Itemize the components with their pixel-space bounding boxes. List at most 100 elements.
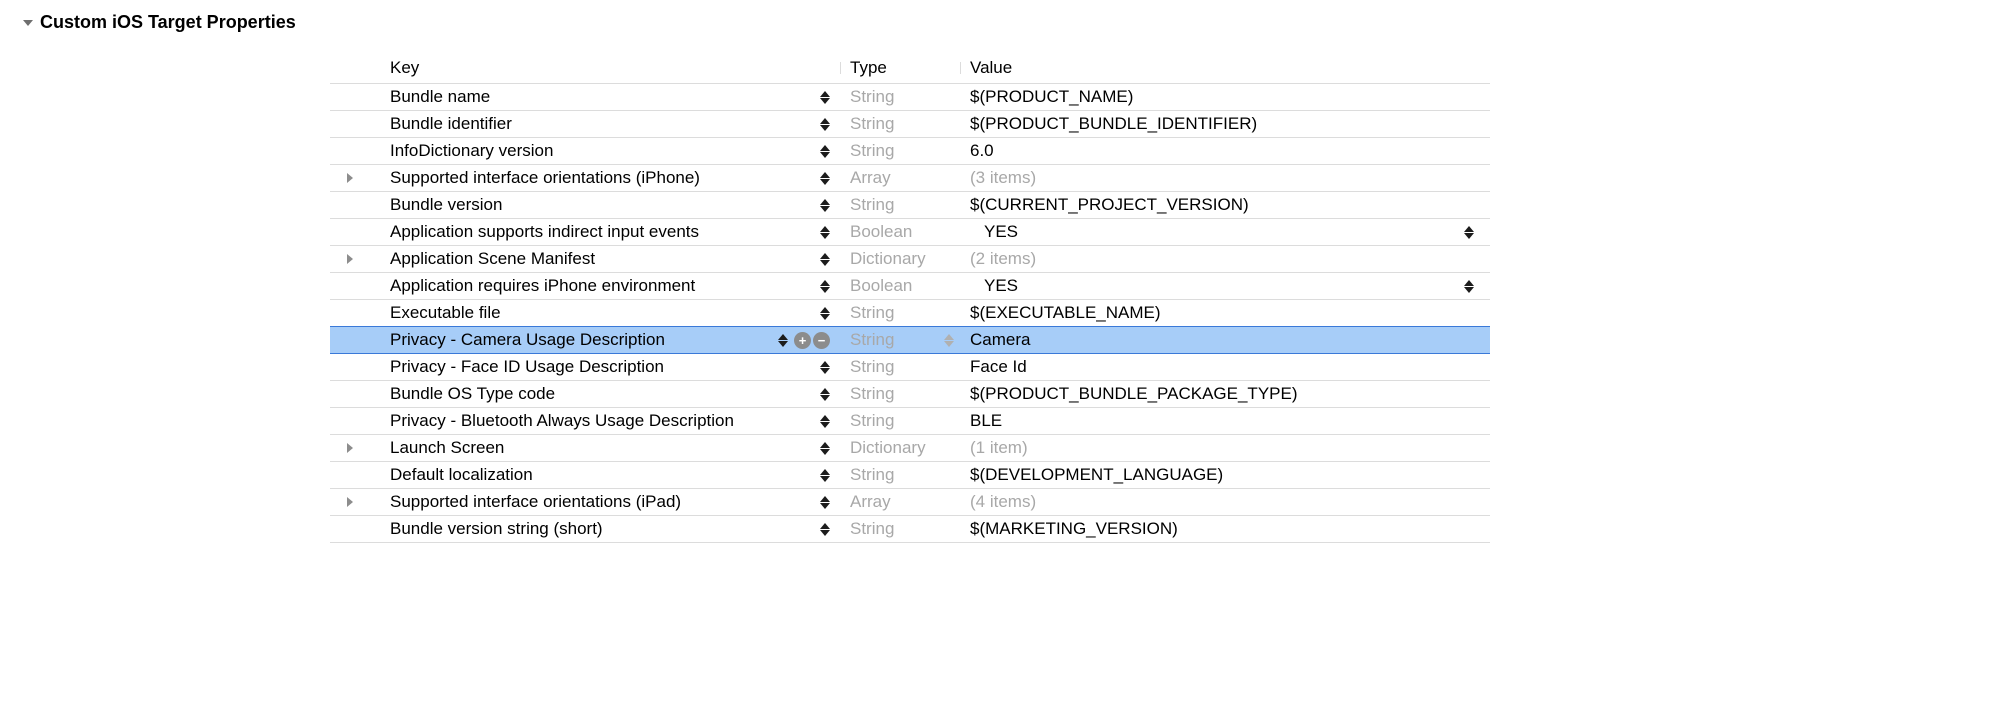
add-button[interactable]: +: [794, 332, 811, 349]
table-row[interactable]: Supported interface orientations (iPhone…: [330, 164, 1490, 191]
stepper-icon[interactable]: [818, 412, 832, 430]
table-row[interactable]: InfoDictionary version String6.0: [330, 137, 1490, 164]
cell-type[interactable]: Boolean: [840, 222, 960, 242]
stepper-icon[interactable]: [818, 439, 832, 457]
table-row[interactable]: Bundle name String$(PRODUCT_NAME): [330, 83, 1490, 110]
stepper-icon[interactable]: [818, 304, 832, 322]
table-row[interactable]: Executable file String$(EXECUTABLE_NAME): [330, 299, 1490, 326]
cell-type[interactable]: String: [840, 357, 960, 377]
column-header-type[interactable]: Type: [840, 58, 960, 78]
cell-key[interactable]: Privacy - Face ID Usage Description: [330, 357, 840, 377]
stepper-icon[interactable]: [818, 223, 832, 241]
stepper-icon[interactable]: [818, 520, 832, 538]
remove-button[interactable]: −: [813, 332, 830, 349]
cell-type[interactable]: String: [840, 141, 960, 161]
cell-value[interactable]: YES: [960, 276, 1490, 296]
cell-key[interactable]: Privacy - Camera Usage Description + −: [330, 330, 840, 350]
cell-key[interactable]: Application supports indirect input even…: [330, 222, 840, 242]
cell-value[interactable]: Camera: [960, 330, 1490, 350]
cell-key[interactable]: Default localization: [330, 465, 840, 485]
stepper-icon[interactable]: [818, 277, 832, 295]
disclosure-chevron-icon[interactable]: [330, 442, 370, 454]
cell-value[interactable]: $(EXECUTABLE_NAME): [960, 303, 1490, 323]
table-row[interactable]: Bundle OS Type code String$(PRODUCT_BUND…: [330, 380, 1490, 407]
table-row[interactable]: Privacy - Bluetooth Always Usage Descrip…: [330, 407, 1490, 434]
cell-type[interactable]: Array: [840, 168, 960, 188]
stepper-icon[interactable]: [818, 466, 832, 484]
table-row[interactable]: Application Scene Manifest Dictionary(2 …: [330, 245, 1490, 272]
key-label: Privacy - Bluetooth Always Usage Descrip…: [370, 411, 818, 431]
cell-value[interactable]: $(PRODUCT_BUNDLE_IDENTIFIER): [960, 114, 1490, 134]
cell-type[interactable]: String: [840, 384, 960, 404]
cell-key[interactable]: Bundle version string (short): [330, 519, 840, 539]
cell-key[interactable]: Privacy - Bluetooth Always Usage Descrip…: [330, 411, 840, 431]
cell-key[interactable]: Application Scene Manifest: [330, 249, 840, 269]
cell-key[interactable]: Bundle name: [330, 87, 840, 107]
cell-key[interactable]: Executable file: [330, 303, 840, 323]
table-row[interactable]: Application supports indirect input even…: [330, 218, 1490, 245]
cell-key[interactable]: InfoDictionary version: [330, 141, 840, 161]
table-row[interactable]: Supported interface orientations (iPad) …: [330, 488, 1490, 515]
disclosure-chevron-icon[interactable]: [330, 253, 370, 265]
cell-type[interactable]: Dictionary: [840, 249, 960, 269]
cell-type[interactable]: String: [840, 411, 960, 431]
stepper-icon[interactable]: [818, 250, 832, 268]
cell-value[interactable]: Face Id: [960, 357, 1490, 377]
stepper-icon[interactable]: [818, 493, 832, 511]
cell-value[interactable]: $(PRODUCT_NAME): [960, 87, 1490, 107]
stepper-icon[interactable]: [1462, 277, 1476, 295]
table-row[interactable]: Bundle version String$(CURRENT_PROJECT_V…: [330, 191, 1490, 218]
cell-value[interactable]: $(PRODUCT_BUNDLE_PACKAGE_TYPE): [960, 384, 1490, 404]
cell-key[interactable]: Bundle identifier: [330, 114, 840, 134]
stepper-icon[interactable]: [776, 331, 790, 349]
table-row[interactable]: Bundle version string (short) String$(MA…: [330, 515, 1490, 543]
cell-value[interactable]: (2 items): [960, 249, 1490, 269]
stepper-icon[interactable]: [818, 142, 832, 160]
table-row[interactable]: Privacy - Camera Usage Description + −St…: [330, 326, 1490, 354]
cell-key[interactable]: Application requires iPhone environment: [330, 276, 840, 296]
cell-type[interactable]: Dictionary: [840, 438, 960, 458]
stepper-icon[interactable]: [818, 358, 832, 376]
cell-type[interactable]: String: [840, 519, 960, 539]
cell-value[interactable]: (4 items): [960, 492, 1490, 512]
cell-value[interactable]: BLE: [960, 411, 1490, 431]
cell-type[interactable]: String: [840, 330, 960, 350]
table-row[interactable]: Launch Screen Dictionary(1 item): [330, 434, 1490, 461]
cell-key[interactable]: Supported interface orientations (iPad): [330, 492, 840, 512]
cell-key[interactable]: Bundle OS Type code: [330, 384, 840, 404]
stepper-icon[interactable]: [818, 115, 832, 133]
stepper-icon[interactable]: [942, 331, 956, 349]
cell-value[interactable]: YES: [960, 222, 1490, 242]
stepper-icon[interactable]: [1462, 223, 1476, 241]
disclosure-chevron-icon[interactable]: [330, 496, 370, 508]
cell-type[interactable]: Boolean: [840, 276, 960, 296]
cell-key[interactable]: Supported interface orientations (iPhone…: [330, 168, 840, 188]
table-row[interactable]: Privacy - Face ID Usage Description Stri…: [330, 353, 1490, 380]
table-row[interactable]: Bundle identifier String$(PRODUCT_BUNDLE…: [330, 110, 1490, 137]
cell-key[interactable]: Bundle version: [330, 195, 840, 215]
section-header[interactable]: Custom iOS Target Properties: [0, 12, 2000, 33]
cell-type[interactable]: String: [840, 87, 960, 107]
cell-value[interactable]: $(DEVELOPMENT_LANGUAGE): [960, 465, 1490, 485]
cell-value[interactable]: (1 item): [960, 438, 1490, 458]
cell-type[interactable]: String: [840, 465, 960, 485]
table-row[interactable]: Default localization String$(DEVELOPMENT…: [330, 461, 1490, 488]
cell-value[interactable]: $(CURRENT_PROJECT_VERSION): [960, 195, 1490, 215]
cell-type[interactable]: String: [840, 195, 960, 215]
cell-type[interactable]: String: [840, 303, 960, 323]
cell-key[interactable]: Launch Screen: [330, 438, 840, 458]
column-header-value[interactable]: Value: [960, 58, 1490, 78]
key-label: Bundle version string (short): [370, 519, 818, 539]
cell-value[interactable]: $(MARKETING_VERSION): [960, 519, 1490, 539]
cell-value[interactable]: (3 items): [960, 168, 1490, 188]
stepper-icon[interactable]: [818, 88, 832, 106]
cell-type[interactable]: Array: [840, 492, 960, 512]
stepper-icon[interactable]: [818, 169, 832, 187]
stepper-icon[interactable]: [818, 196, 832, 214]
table-row[interactable]: Application requires iPhone environment …: [330, 272, 1490, 299]
disclosure-chevron-icon[interactable]: [330, 172, 370, 184]
cell-type[interactable]: String: [840, 114, 960, 134]
column-header-key[interactable]: Key: [330, 58, 840, 78]
cell-value[interactable]: 6.0: [960, 141, 1490, 161]
stepper-icon[interactable]: [818, 385, 832, 403]
